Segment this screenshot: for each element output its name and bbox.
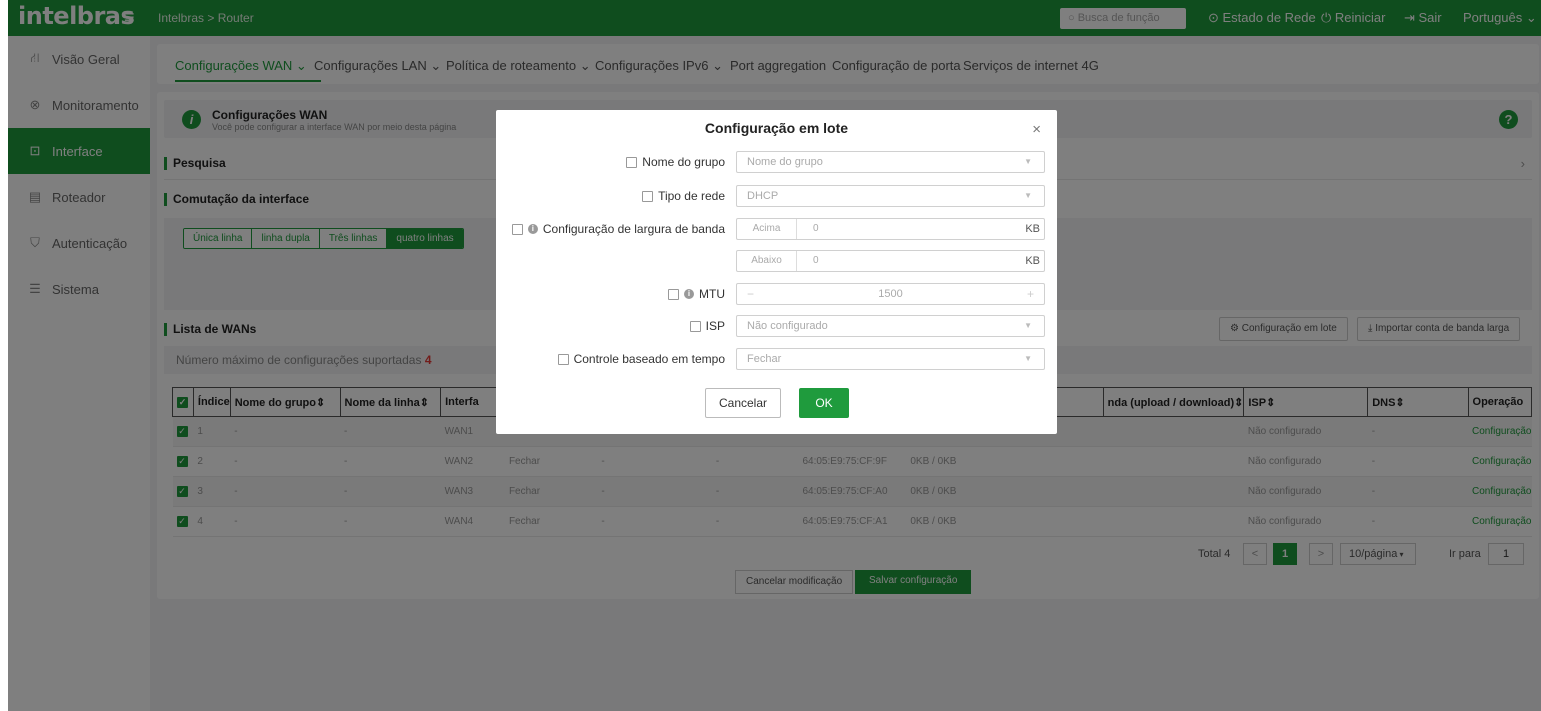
network-type-value: DHCP xyxy=(747,190,779,202)
time-control-select[interactable]: Fechar ▼ xyxy=(736,348,1045,370)
group-name-row: Nome do grupo Nome do grupo ▼ xyxy=(496,151,1057,173)
time-control-row: Controle baseado em tempo Fechar ▼ xyxy=(496,348,1057,370)
download-value: 0 xyxy=(813,255,819,266)
isp-value: Não configurado xyxy=(747,320,828,332)
mtu-text: MTU xyxy=(699,287,725,301)
bandwidth-checkbox[interactable] xyxy=(511,223,523,235)
upload-value: 0 xyxy=(813,223,819,234)
time-control-value: Fechar xyxy=(747,353,782,365)
network-type-text: Tipo de rede xyxy=(658,189,725,203)
download-unit: KB xyxy=(1025,255,1040,267)
time-control-checkbox[interactable] xyxy=(557,353,569,365)
mtu-row: i MTU − 1500 + xyxy=(496,283,1057,305)
chevron-down-icon: ▼ xyxy=(1024,354,1032,363)
modal-cancel-button[interactable]: Cancelar xyxy=(705,388,781,418)
network-type-label[interactable]: Tipo de rede xyxy=(642,189,725,203)
bandwidth-text: Configuração de largura de banda xyxy=(542,222,725,236)
app-window: intelbras ≡ Intelbras > Router ○ Busca d… xyxy=(8,0,1541,711)
group-name-checkbox[interactable] xyxy=(626,156,638,168)
modal-title: Configuração em lote xyxy=(704,120,849,136)
batch-config-modal: Configuração em lote × Nome do grupo Nom… xyxy=(496,110,1057,434)
plus-icon[interactable]: + xyxy=(1027,287,1034,301)
time-control-label[interactable]: Controle baseado em tempo xyxy=(557,352,725,366)
bandwidth-down-row: Abaixo 0 KB xyxy=(496,250,1057,272)
network-type-select[interactable]: DHCP ▼ xyxy=(736,185,1045,207)
upload-addon: Acima xyxy=(737,219,797,239)
chevron-down-icon: ▼ xyxy=(1024,191,1032,200)
time-control-text: Controle baseado em tempo xyxy=(573,352,725,366)
group-name-value: Nome do grupo xyxy=(747,156,823,168)
isp-label[interactable]: ISP xyxy=(689,319,725,333)
mtu-value: 1500 xyxy=(878,288,903,300)
network-type-checkbox[interactable] xyxy=(642,190,654,202)
bandwidth-down-input[interactable]: Abaixo 0 KB xyxy=(736,250,1045,272)
group-name-text: Nome do grupo xyxy=(642,155,725,169)
info-icon[interactable]: i xyxy=(684,289,694,299)
close-icon[interactable]: × xyxy=(1032,121,1041,138)
group-name-label[interactable]: Nome do grupo xyxy=(626,155,725,169)
download-addon: Abaixo xyxy=(737,251,797,271)
bandwidth-up-row: i Configuração de largura de banda Acima … xyxy=(496,218,1057,240)
mtu-label[interactable]: i MTU xyxy=(668,287,725,301)
chevron-down-icon: ▼ xyxy=(1024,157,1032,166)
upload-unit: KB xyxy=(1025,223,1040,235)
modal-ok-button[interactable]: OK xyxy=(799,388,849,418)
mtu-stepper[interactable]: − 1500 + xyxy=(736,283,1045,305)
info-icon[interactable]: i xyxy=(527,224,538,234)
group-name-select[interactable]: Nome do grupo ▼ xyxy=(736,151,1045,173)
isp-select[interactable]: Não configurado ▼ xyxy=(736,315,1045,337)
isp-row: ISP Não configurado ▼ xyxy=(496,315,1057,337)
bandwidth-label[interactable]: i Configuração de largura de banda xyxy=(511,222,725,236)
network-type-row: Tipo de rede DHCP ▼ xyxy=(496,185,1057,207)
mtu-checkbox[interactable] xyxy=(668,288,679,300)
chevron-down-icon: ▼ xyxy=(1024,321,1032,330)
bandwidth-up-input[interactable]: Acima 0 KB xyxy=(736,218,1045,240)
isp-checkbox[interactable] xyxy=(689,320,701,332)
isp-text: ISP xyxy=(705,319,725,333)
